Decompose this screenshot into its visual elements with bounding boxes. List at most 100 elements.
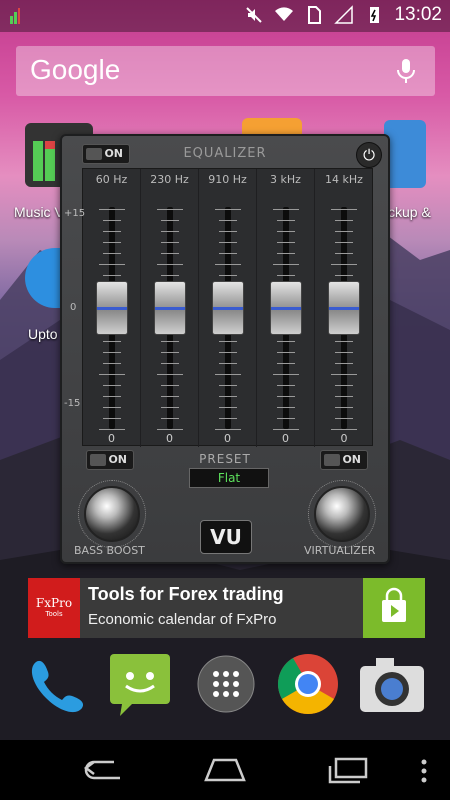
slider-tick [215, 209, 241, 210]
slider-tick [161, 407, 179, 408]
back-icon[interactable] [80, 758, 122, 782]
vu-meter-button[interactable]: VU [200, 520, 252, 554]
bass-boost-knob[interactable] [84, 486, 140, 542]
home-icon[interactable] [202, 756, 248, 782]
slider-tick [219, 352, 237, 353]
bass-boost-label: BASS BOOST [74, 544, 145, 557]
band-slider-thumb[interactable] [154, 281, 186, 335]
slider-tick [331, 264, 357, 265]
sim-icon [308, 6, 322, 24]
slider-tick [335, 220, 353, 221]
music-volume-app-label: Music V [14, 204, 64, 220]
navigation-bar [0, 740, 450, 800]
backup-app-label: ckup & [388, 204, 431, 220]
slider-tick [277, 253, 295, 254]
slider-tick [219, 275, 237, 276]
slider-tick [331, 429, 357, 430]
band-freq: 3 kHz [270, 173, 301, 186]
slider-tick [103, 231, 121, 232]
slider-tick [277, 341, 295, 342]
virtualizer-label: VIRTUALIZER [304, 544, 376, 557]
preset-title: PRESET [199, 452, 251, 466]
slider-tick [331, 374, 357, 375]
band-value: 0 [166, 432, 173, 445]
messaging-icon[interactable] [108, 652, 172, 718]
slider-tick [277, 396, 295, 397]
slider-tick [215, 264, 241, 265]
band-3khz: 3 kHz 0 [257, 169, 315, 447]
slider-tick [277, 231, 295, 232]
slider-tick [335, 253, 353, 254]
band-freq: 14 kHz [325, 173, 363, 186]
google-logo: Google [30, 54, 121, 85]
slider-tick [219, 231, 237, 232]
band-freq: 60 Hz [95, 173, 128, 186]
recent-apps-icon[interactable] [326, 756, 370, 784]
band-slider-thumb[interactable] [212, 281, 244, 335]
equalizer-title: EQUALIZER [183, 146, 267, 161]
signal-icon [334, 5, 354, 24]
slider-tick [277, 418, 295, 419]
slider-tick [277, 407, 295, 408]
scale-bottom-label: -15 [64, 398, 81, 409]
band-slider-thumb[interactable] [270, 281, 302, 335]
scale-top-label: +15 [64, 208, 86, 219]
band-slider-thumb[interactable] [328, 281, 360, 335]
slider-tick [103, 242, 121, 243]
band-freq: 910 Hz [208, 173, 247, 186]
slider-tick [103, 220, 121, 221]
slider-tick [219, 363, 237, 364]
google-search-bar[interactable]: Google [16, 46, 435, 96]
slider-tick [103, 275, 121, 276]
preset-select[interactable]: Flat [189, 468, 269, 488]
band-910hz: 910 Hz 0 [199, 169, 257, 447]
slider-tick [331, 209, 357, 210]
slider-tick [335, 418, 353, 419]
status-bar: 13:02 [0, 0, 450, 32]
virtualizer-knob[interactable] [314, 486, 370, 542]
slider-tick [161, 418, 179, 419]
slider-tick [273, 209, 299, 210]
slider-tick [161, 220, 179, 221]
play-store-button[interactable] [363, 578, 425, 638]
slider-tick [99, 264, 125, 265]
slider-tick [219, 242, 237, 243]
chrome-icon[interactable] [276, 652, 340, 716]
slider-tick [157, 209, 183, 210]
backup-app-icon[interactable] [384, 120, 426, 188]
camera-icon[interactable] [358, 656, 426, 714]
slider-tick [273, 429, 299, 430]
slider-tick [273, 374, 299, 375]
slider-tick [335, 363, 353, 364]
band-freq: 230 Hz [150, 173, 189, 186]
slider-tick [161, 275, 179, 276]
slider-tick [277, 352, 295, 353]
slider-tick [99, 429, 125, 430]
slider-tick [215, 429, 241, 430]
slider-tick [161, 231, 179, 232]
slider-tick [335, 407, 353, 408]
ad-subtitle: Economic calendar of FxPro [88, 611, 277, 628]
slider-tick [335, 385, 353, 386]
slider-tick [219, 385, 237, 386]
mute-icon [246, 7, 263, 23]
slider-tick [161, 341, 179, 342]
power-icon[interactable]: ⏻ [356, 142, 382, 168]
band-value: 0 [108, 432, 115, 445]
ad-banner[interactable]: FxPro Tools Tools for Forex trading Econ… [28, 578, 425, 638]
band-value: 0 [282, 432, 289, 445]
slider-tick [277, 220, 295, 221]
band-slider-thumb[interactable] [96, 281, 128, 335]
slider-tick [335, 231, 353, 232]
eq-notification-icon [10, 8, 20, 28]
slider-tick [157, 429, 183, 430]
band-60hz: 60 Hz 0 [83, 169, 141, 447]
phone-icon[interactable] [24, 654, 86, 716]
slider-tick [157, 264, 183, 265]
mic-icon[interactable] [395, 58, 417, 84]
slider-tick [103, 341, 121, 342]
app-drawer-icon[interactable] [196, 654, 256, 714]
slider-tick [335, 341, 353, 342]
overflow-menu-icon[interactable] [420, 758, 428, 784]
slider-tick [335, 275, 353, 276]
